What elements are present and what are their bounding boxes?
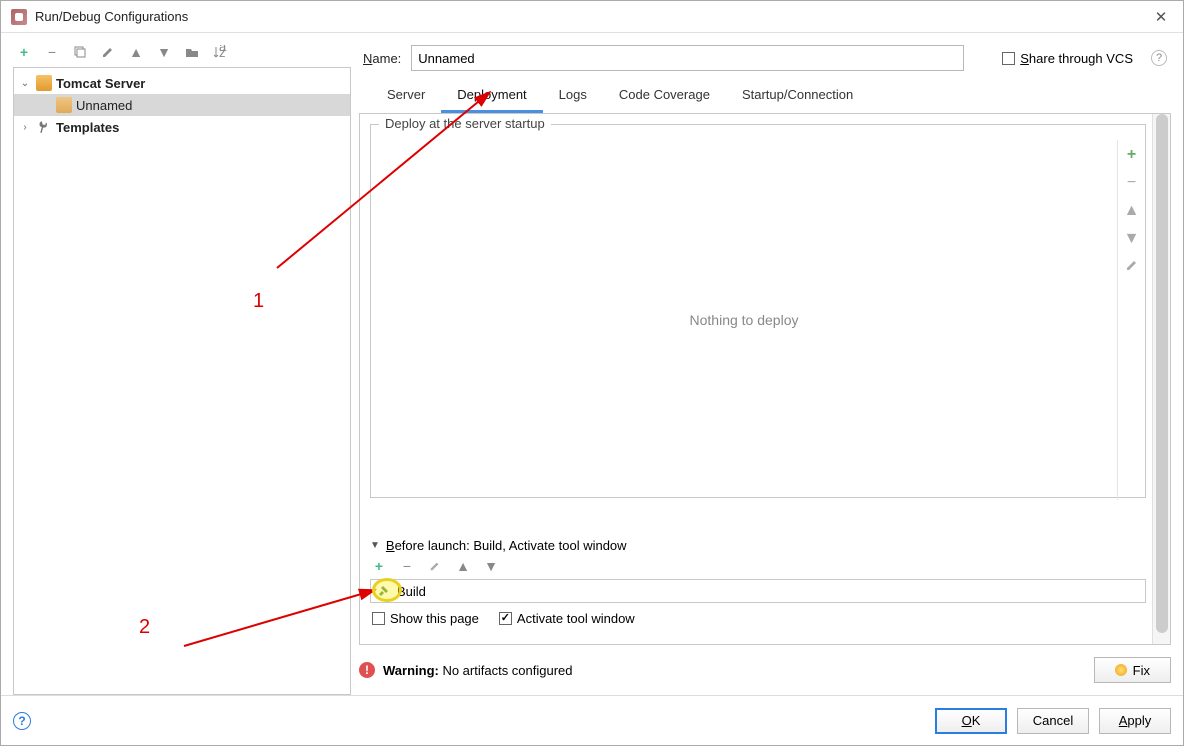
- deployment-panel: Deploy at the server startup Nothing to …: [359, 113, 1171, 645]
- warning-text: Warning: No artifacts configured: [383, 663, 1094, 678]
- tab-startup-connection[interactable]: Startup/Connection: [726, 79, 869, 113]
- tree-item-unnamed[interactable]: Unnamed: [14, 94, 350, 116]
- hammer-icon: [377, 584, 391, 598]
- move-task-up-icon[interactable]: ▲: [456, 559, 470, 573]
- move-down-icon[interactable]: ▼: [157, 45, 171, 59]
- app-icon: [11, 9, 27, 25]
- deploy-fieldset: Deploy at the server startup Nothing to …: [370, 124, 1146, 498]
- scrollbar-thumb[interactable]: [1156, 114, 1168, 633]
- help-icon[interactable]: ?: [1151, 50, 1167, 66]
- ok-button[interactable]: OK: [935, 708, 1007, 734]
- deploy-legend: Deploy at the server startup: [379, 116, 551, 131]
- before-launch-label: Before launch: Build, Activate tool wind…: [386, 538, 627, 553]
- checkbox-icon[interactable]: [1002, 52, 1015, 65]
- help-icon[interactable]: ?: [13, 712, 31, 730]
- titlebar: Run/Debug Configurations ✕: [1, 1, 1183, 33]
- before-launch-list[interactable]: Build: [370, 579, 1146, 603]
- tree-label: Unnamed: [76, 98, 132, 113]
- fix-button[interactable]: Fix: [1094, 657, 1171, 683]
- add-config-icon[interactable]: +: [17, 45, 31, 59]
- chevron-right-icon[interactable]: ›: [18, 122, 32, 133]
- wrench-icon: [33, 116, 55, 138]
- tab-deployment[interactable]: Deployment: [441, 79, 542, 113]
- name-label: Name:: [363, 51, 401, 66]
- edit-artifact-icon[interactable]: [1125, 258, 1139, 277]
- list-item[interactable]: Build: [371, 580, 1145, 602]
- svg-text:z: z: [219, 45, 226, 59]
- config-toolbar: + − ▲ ▼ az: [13, 43, 351, 67]
- apply-button[interactable]: Apply: [1099, 708, 1171, 734]
- sort-icon[interactable]: az: [213, 45, 227, 59]
- error-icon: !: [359, 662, 375, 678]
- chevron-down-icon[interactable]: ⌄: [18, 78, 32, 89]
- tomcat-icon: [36, 75, 52, 91]
- scrollbar[interactable]: [1152, 114, 1170, 644]
- config-tree[interactable]: ⌄ Tomcat Server Unnamed › Templates: [13, 67, 351, 695]
- name-input[interactable]: [411, 45, 964, 71]
- activate-tool-window-checkbox[interactable]: Activate tool window: [499, 611, 635, 626]
- tab-server[interactable]: Server: [371, 79, 441, 113]
- run-debug-dialog: Run/Debug Configurations ✕ + − ▲ ▼: [0, 0, 1184, 746]
- move-artifact-down-icon[interactable]: ▼: [1124, 230, 1140, 248]
- remove-artifact-icon[interactable]: −: [1127, 174, 1136, 192]
- close-icon[interactable]: ✕: [1149, 8, 1173, 26]
- share-vcs-checkbox[interactable]: Share through VCS: [1002, 51, 1133, 66]
- task-label: Build: [397, 584, 426, 599]
- copy-config-icon[interactable]: [73, 45, 87, 59]
- tab-bar: Server Deployment Logs Code Coverage Sta…: [359, 79, 1171, 113]
- bulb-icon: [1115, 664, 1127, 676]
- remove-task-icon[interactable]: −: [400, 559, 414, 573]
- tree-item-tomcat-server[interactable]: ⌄ Tomcat Server: [14, 72, 350, 94]
- deploy-empty-text: Nothing to deploy: [371, 140, 1117, 500]
- tab-logs[interactable]: Logs: [543, 79, 603, 113]
- dialog-footer: ? OK Cancel Apply: [1, 695, 1183, 745]
- dialog-title: Run/Debug Configurations: [35, 9, 1149, 24]
- edit-task-icon[interactable]: [428, 559, 442, 573]
- tomcat-icon: [56, 97, 72, 113]
- move-task-down-icon[interactable]: ▼: [484, 559, 498, 573]
- chevron-down-icon[interactable]: ▼: [370, 540, 380, 551]
- edit-config-icon[interactable]: [101, 45, 115, 59]
- folder-icon[interactable]: [185, 45, 199, 59]
- tab-code-coverage[interactable]: Code Coverage: [603, 79, 726, 113]
- tree-item-templates[interactable]: › Templates: [14, 116, 350, 138]
- remove-config-icon[interactable]: −: [45, 45, 59, 59]
- cancel-button[interactable]: Cancel: [1017, 708, 1089, 734]
- move-up-icon[interactable]: ▲: [129, 45, 143, 59]
- add-task-icon[interactable]: +: [372, 559, 386, 573]
- show-this-page-checkbox[interactable]: Show this page: [372, 611, 479, 626]
- warning-row: ! Warning: No artifacts configured Fix: [359, 653, 1171, 695]
- move-artifact-up-icon[interactable]: ▲: [1124, 202, 1140, 220]
- before-launch-toolbar: + − ▲ ▼: [370, 553, 1146, 579]
- add-artifact-icon[interactable]: +: [1127, 146, 1136, 164]
- tree-label: Tomcat Server: [56, 76, 145, 91]
- tree-label: Templates: [56, 120, 119, 135]
